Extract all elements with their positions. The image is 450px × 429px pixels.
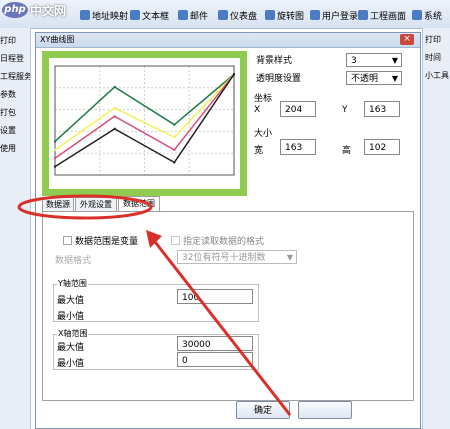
highlight-ellipse [17, 194, 153, 220]
annotation-arrowhead [146, 230, 162, 248]
annotation-overlay [17, 194, 292, 416]
annotation-arrow-line [150, 237, 292, 416]
